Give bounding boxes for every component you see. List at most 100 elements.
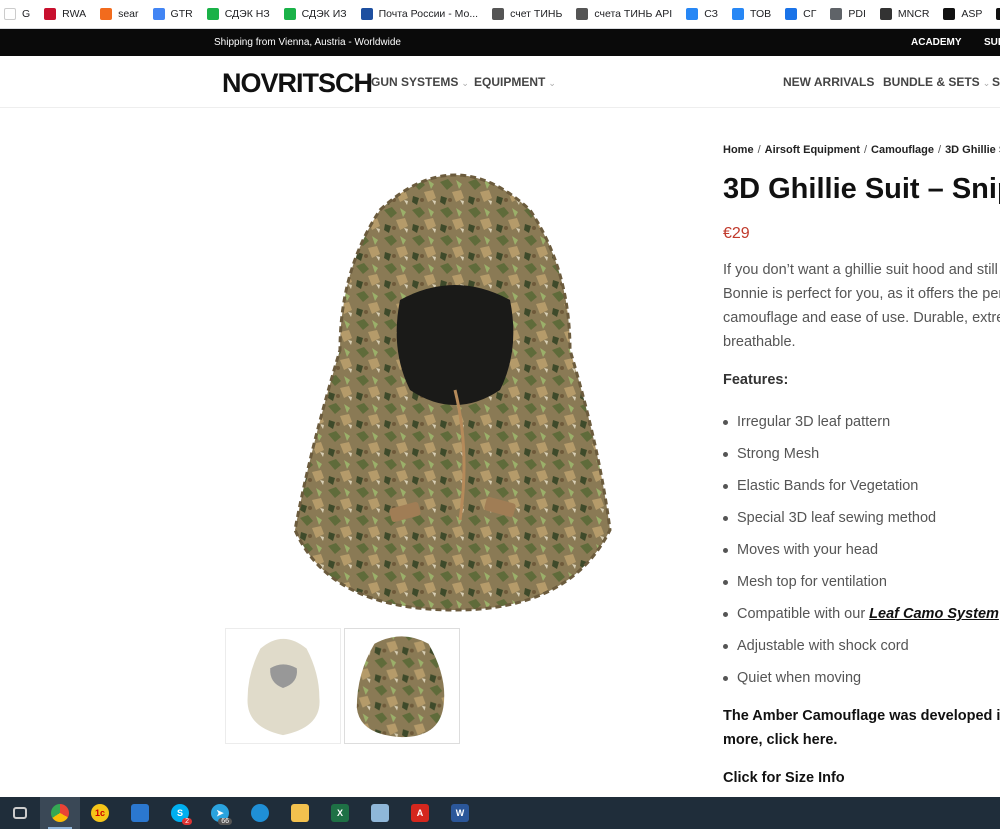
feature-item: Elastic Bands for Vegetation: [723, 470, 999, 502]
bookmark-item[interactable]: RA: [996, 3, 1000, 25]
bookmark-label: Почта России - Мо...: [378, 8, 479, 20]
size-info-link[interactable]: Click for Size Info: [723, 770, 845, 786]
bookmark-label: СДЭК ИЗ: [301, 8, 347, 20]
asp-icon: [943, 8, 956, 20]
1c-icon[interactable]: 1c: [80, 797, 120, 829]
word-icon[interactable]: W: [440, 797, 480, 829]
chevron-down-icon: ⌄: [548, 78, 556, 88]
bookmark-item[interactable]: Почта России - Мо...: [360, 3, 479, 25]
cdek-icon: [206, 8, 219, 20]
bookmark-item[interactable]: СДЭК ИЗ: [283, 3, 347, 25]
bookmarks-bar: G RWA sear GTR СДЭК НЗ СДЭК ИЗ Почта России - …: [0, 0, 1000, 29]
shipping-notice: Shipping from Vienna, Austria - Worldwid…: [214, 37, 401, 48]
bookmark-item[interactable]: СГ: [785, 3, 816, 25]
notepad-icon[interactable]: [360, 797, 400, 829]
product-title: 3D Ghillie Suit – Snip: [723, 173, 1000, 205]
academy-link[interactable]: ACADEMY: [911, 37, 962, 48]
product-price: €29: [723, 225, 750, 242]
breadcrumb-airsoft-equipment[interactable]: Airsoft Equipment: [765, 144, 860, 156]
rwa-icon: [44, 8, 57, 20]
chrome-icon[interactable]: [40, 797, 80, 829]
breadcrumb-camouflage[interactable]: Camouflage: [871, 144, 934, 156]
bookmark-label: ТОВ: [750, 8, 772, 20]
bookmark-item[interactable]: СЗ: [686, 3, 718, 25]
bookmark-label: ASP: [961, 8, 983, 20]
telegram-icon[interactable]: ➤ 66: [200, 797, 240, 829]
nav-label: EQUIPMENT: [474, 75, 546, 89]
bookmark-label: PDI: [848, 8, 866, 20]
ra-icon: [996, 8, 1000, 20]
file-explorer-icon[interactable]: [280, 797, 320, 829]
feature-compatible-prefix: Compatible with our: [737, 606, 870, 622]
bookmark-item[interactable]: RWA: [44, 3, 86, 25]
thumbnail-1[interactable]: [225, 628, 341, 744]
bookmark-item[interactable]: ТОВ: [732, 3, 771, 25]
translate-icon: [152, 8, 165, 20]
bookmark-item[interactable]: счет ТИНЬ: [492, 3, 562, 25]
acrobat-icon[interactable]: A: [400, 797, 440, 829]
task-view-icon[interactable]: [0, 797, 40, 829]
feature-item: Moves with your head: [723, 534, 999, 566]
feature-item: Special 3D leaf sewing method: [723, 502, 999, 534]
bookmark-item[interactable]: PDI: [830, 3, 866, 25]
store-icon[interactable]: [120, 797, 160, 829]
features-list: Irregular 3D leaf pattern Strong Mesh El…: [723, 406, 999, 694]
bookmark-label: СЗ: [704, 8, 718, 20]
bookmark-label: MNCR: [897, 8, 930, 20]
bookmark-item[interactable]: ASP: [943, 3, 982, 25]
bookmark-label: СДЭК НЗ: [224, 8, 270, 20]
nav-equipment[interactable]: EQUIPMENT ⌄: [474, 75, 556, 89]
chevron-down-icon: ⌄: [461, 78, 469, 88]
nav-bundle-sets[interactable]: BUNDLE & SETS ⌄: [883, 75, 990, 89]
feature-item: Irregular 3D leaf pattern: [723, 406, 999, 438]
features-heading: Features:: [723, 372, 789, 388]
r-icon: [100, 8, 113, 20]
thumbnail-2[interactable]: [344, 628, 460, 744]
bookmark-item[interactable]: sear: [100, 3, 139, 25]
breadcrumb-separator: /: [757, 144, 761, 156]
mncr-icon: [879, 8, 892, 20]
edge-icon[interactable]: [240, 797, 280, 829]
site-logo[interactable]: NOVRITSCH: [222, 68, 373, 99]
tinkoff-icon: [576, 8, 589, 20]
sub-link[interactable]: SUB: [984, 37, 1000, 48]
product-description: If you don’t want a ghillie suit hood an…: [723, 262, 1000, 350]
excel-icon[interactable]: X: [320, 797, 360, 829]
bookmark-label: счет ТИНЬ: [510, 8, 563, 20]
bookmark-label: RWA: [62, 8, 87, 20]
cdek-icon: [283, 8, 296, 20]
breadcrumb-current: 3D Ghillie Suit: [945, 144, 1000, 156]
bookmark-item[interactable]: СДЭК НЗ: [206, 3, 270, 25]
chat-icon: [785, 8, 798, 20]
bookmark-item[interactable]: G: [4, 3, 30, 25]
product-main-image[interactable]: [270, 150, 640, 615]
breadcrumb-separator: /: [863, 144, 868, 156]
g-icon: [4, 8, 16, 20]
bookmark-item[interactable]: счета ТИНЬ API: [576, 3, 672, 25]
nav-more[interactable]: S: [992, 75, 1000, 89]
leaf-camo-system-link[interactable]: Leaf Camo System: [869, 606, 999, 622]
bookmark-label: счета ТИНЬ API: [594, 8, 673, 20]
breadcrumb-home[interactable]: Home: [723, 144, 754, 156]
vk-icon: [686, 8, 699, 20]
nav-gun-systems[interactable]: GUN SYSTEMS ⌄: [371, 75, 469, 89]
bookmark-label: G: [22, 8, 31, 20]
amber-camouflage-text[interactable]: The Amber Camouflage was developed in- m…: [723, 704, 1000, 752]
nav-new-arrivals[interactable]: NEW ARRIVALS: [783, 75, 874, 89]
skype-icon[interactable]: S2: [160, 797, 200, 829]
tinkoff-icon: [492, 8, 505, 20]
bookmark-label: GTR: [170, 8, 193, 20]
chevron-down-icon: ⌄: [982, 78, 991, 88]
skype-badge: 2: [182, 818, 192, 825]
site-header: NOVRITSCH GUN SYSTEMS ⌄ EQUIPMENT ⌄ NEW AR…: [0, 56, 1000, 108]
windows-taskbar: 1c S2 ➤ 66 X A W: [0, 797, 1000, 829]
feature-item: Adjustable with shock cord: [723, 630, 999, 662]
vk-icon: [732, 8, 744, 20]
bookmark-item[interactable]: GTR: [152, 3, 193, 25]
feature-item: Strong Mesh: [723, 438, 999, 470]
nav-label: NEW ARRIVALS: [783, 75, 875, 89]
top-info-bar: Shipping from Vienna, Austria - Worldwid…: [0, 29, 1000, 56]
feature-item: Quiet when moving: [723, 662, 999, 694]
bookmark-item[interactable]: MNCR: [879, 3, 930, 25]
russian-post-icon: [360, 8, 373, 20]
